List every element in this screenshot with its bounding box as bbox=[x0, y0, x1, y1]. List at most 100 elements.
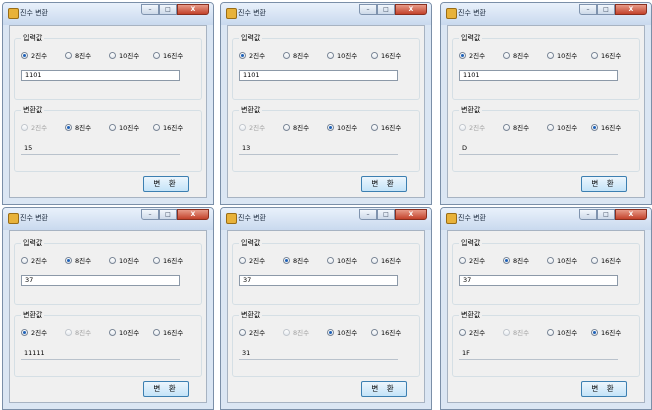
input-radio-option[interactable]: 10진수 bbox=[547, 254, 577, 266]
output-radio-option[interactable]: 10진수 bbox=[327, 326, 357, 338]
output-radix-options: 2진수 8진수 10진수 16진수 bbox=[239, 121, 419, 133]
input-radio-option[interactable]: 2진수 bbox=[21, 49, 47, 61]
output-radio-option[interactable]: 8진수 bbox=[283, 121, 309, 133]
input-radio-label: 10진수 bbox=[119, 52, 140, 60]
input-radio-option[interactable]: 16진수 bbox=[153, 49, 183, 61]
input-radio-option[interactable]: 10진수 bbox=[327, 49, 357, 61]
title-bar[interactable]: 진수 변환 – □ X bbox=[3, 3, 213, 25]
maximize-button[interactable]: □ bbox=[159, 4, 177, 15]
minimize-button[interactable]: – bbox=[359, 209, 377, 220]
input-radio-option[interactable]: 16진수 bbox=[591, 49, 621, 61]
input-radio-option[interactable]: 8진수 bbox=[503, 254, 529, 266]
minimize-button[interactable]: – bbox=[359, 4, 377, 15]
radio-circle-icon bbox=[239, 256, 246, 264]
minimize-button[interactable]: – bbox=[579, 4, 597, 15]
input-value-field[interactable]: 37 bbox=[239, 275, 398, 286]
input-radio-option[interactable]: 8진수 bbox=[283, 49, 309, 61]
input-radio-option[interactable]: 2진수 bbox=[239, 254, 265, 266]
close-button[interactable]: X bbox=[395, 209, 427, 220]
title-bar[interactable]: 진수 변환 – □ X bbox=[441, 3, 651, 25]
radio-circle-icon bbox=[591, 51, 598, 59]
close-button[interactable]: X bbox=[177, 209, 209, 220]
input-radio-option[interactable]: 8진수 bbox=[65, 254, 91, 266]
input-value-field[interactable]: 37 bbox=[459, 275, 618, 286]
app-icon bbox=[446, 213, 457, 224]
input-radio-option[interactable]: 16진수 bbox=[153, 254, 183, 266]
output-radio-label: 16진수 bbox=[381, 329, 402, 337]
convert-button[interactable]: 변 환 bbox=[361, 381, 407, 397]
output-group: 변환값 2진수 8진수 10진수 16진수 15 bbox=[14, 105, 202, 172]
input-radio-option[interactable]: 10진수 bbox=[109, 254, 139, 266]
title-bar[interactable]: 진수 변환 – □ X bbox=[221, 3, 431, 25]
input-radio-option[interactable]: 10진수 bbox=[109, 49, 139, 61]
input-radio-option[interactable]: 2진수 bbox=[459, 254, 485, 266]
close-button[interactable]: X bbox=[615, 209, 647, 220]
maximize-button[interactable]: □ bbox=[377, 4, 395, 15]
maximize-button[interactable]: □ bbox=[597, 209, 615, 220]
input-radio-option[interactable]: 10진수 bbox=[327, 254, 357, 266]
title-bar[interactable]: 진수 변환 – □ X bbox=[441, 208, 651, 230]
input-radio-option[interactable]: 8진수 bbox=[65, 49, 91, 61]
app-icon bbox=[446, 8, 457, 19]
input-value-field[interactable]: 1101 bbox=[21, 70, 180, 81]
input-value-field[interactable]: 37 bbox=[21, 275, 180, 286]
input-value-field[interactable]: 1101 bbox=[239, 70, 398, 81]
input-radio-option[interactable]: 2진수 bbox=[459, 49, 485, 61]
output-radio-option[interactable]: 16진수 bbox=[591, 326, 621, 338]
output-radio-option[interactable]: 10진수 bbox=[109, 121, 139, 133]
input-value-field[interactable]: 1101 bbox=[459, 70, 618, 81]
output-radio-option[interactable]: 16진수 bbox=[371, 121, 401, 133]
output-radio-option[interactable]: 10진수 bbox=[547, 326, 577, 338]
radio-circle-icon bbox=[283, 123, 290, 131]
input-radio-option[interactable]: 2진수 bbox=[239, 49, 265, 61]
input-group-label: 입력값 bbox=[239, 238, 263, 248]
output-value-label: 31 bbox=[239, 349, 398, 360]
input-radio-option[interactable]: 8진수 bbox=[503, 49, 529, 61]
output-radio-option[interactable]: 16진수 bbox=[371, 326, 401, 338]
radix-converter-window: 진수 변환 – □ X 입력값 2진수 8진수 10진수 16진수 37 변환값 bbox=[2, 207, 214, 410]
output-radio-option: 2진수 bbox=[239, 121, 265, 133]
radio-circle-icon bbox=[153, 328, 160, 336]
output-radio-option[interactable]: 10진수 bbox=[327, 121, 357, 133]
minimize-button[interactable]: – bbox=[141, 4, 159, 15]
minimize-button[interactable]: – bbox=[141, 209, 159, 220]
output-value-label: 15 bbox=[21, 144, 180, 155]
input-radio-label: 16진수 bbox=[601, 257, 622, 265]
output-radio-option[interactable]: 10진수 bbox=[547, 121, 577, 133]
input-radio-option[interactable]: 16진수 bbox=[371, 49, 401, 61]
input-radio-option[interactable]: 8진수 bbox=[283, 254, 309, 266]
convert-button[interactable]: 변 환 bbox=[361, 176, 407, 192]
output-radio-option[interactable]: 16진수 bbox=[153, 121, 183, 133]
maximize-button[interactable]: □ bbox=[159, 209, 177, 220]
radio-circle-icon bbox=[459, 328, 466, 336]
output-radio-option[interactable]: 10진수 bbox=[109, 326, 139, 338]
title-bar[interactable]: 진수 변환 – □ X bbox=[3, 208, 213, 230]
input-radio-label: 8진수 bbox=[513, 257, 530, 265]
convert-button[interactable]: 변 환 bbox=[581, 176, 627, 192]
radio-circle-icon bbox=[109, 51, 116, 59]
output-radio-option[interactable]: 2진수 bbox=[239, 326, 265, 338]
output-radio-option[interactable]: 2진수 bbox=[459, 326, 485, 338]
convert-button[interactable]: 변 환 bbox=[581, 381, 627, 397]
input-radio-option[interactable]: 2진수 bbox=[21, 254, 47, 266]
input-radio-option[interactable]: 16진수 bbox=[371, 254, 401, 266]
input-radio-option[interactable]: 16진수 bbox=[591, 254, 621, 266]
output-radio-option[interactable]: 16진수 bbox=[153, 326, 183, 338]
close-button[interactable]: X bbox=[177, 4, 209, 15]
maximize-button[interactable]: □ bbox=[597, 4, 615, 15]
output-radio-option[interactable]: 2진수 bbox=[21, 326, 47, 338]
input-group: 입력값 2진수 8진수 10진수 16진수 37 bbox=[232, 238, 420, 305]
input-radio-label: 2진수 bbox=[31, 52, 48, 60]
minimize-button[interactable]: – bbox=[579, 209, 597, 220]
maximize-button[interactable]: □ bbox=[377, 209, 395, 220]
output-radio-option[interactable]: 16진수 bbox=[591, 121, 621, 133]
input-radio-option[interactable]: 10진수 bbox=[547, 49, 577, 61]
output-radio-option[interactable]: 8진수 bbox=[503, 121, 529, 133]
title-bar[interactable]: 진수 변환 – □ X bbox=[221, 208, 431, 230]
convert-button[interactable]: 변 환 bbox=[143, 381, 189, 397]
close-button[interactable]: X bbox=[615, 4, 647, 15]
radio-circle-icon bbox=[459, 51, 466, 59]
output-radio-option[interactable]: 8진수 bbox=[65, 121, 91, 133]
convert-button[interactable]: 변 환 bbox=[143, 176, 189, 192]
close-button[interactable]: X bbox=[395, 4, 427, 15]
